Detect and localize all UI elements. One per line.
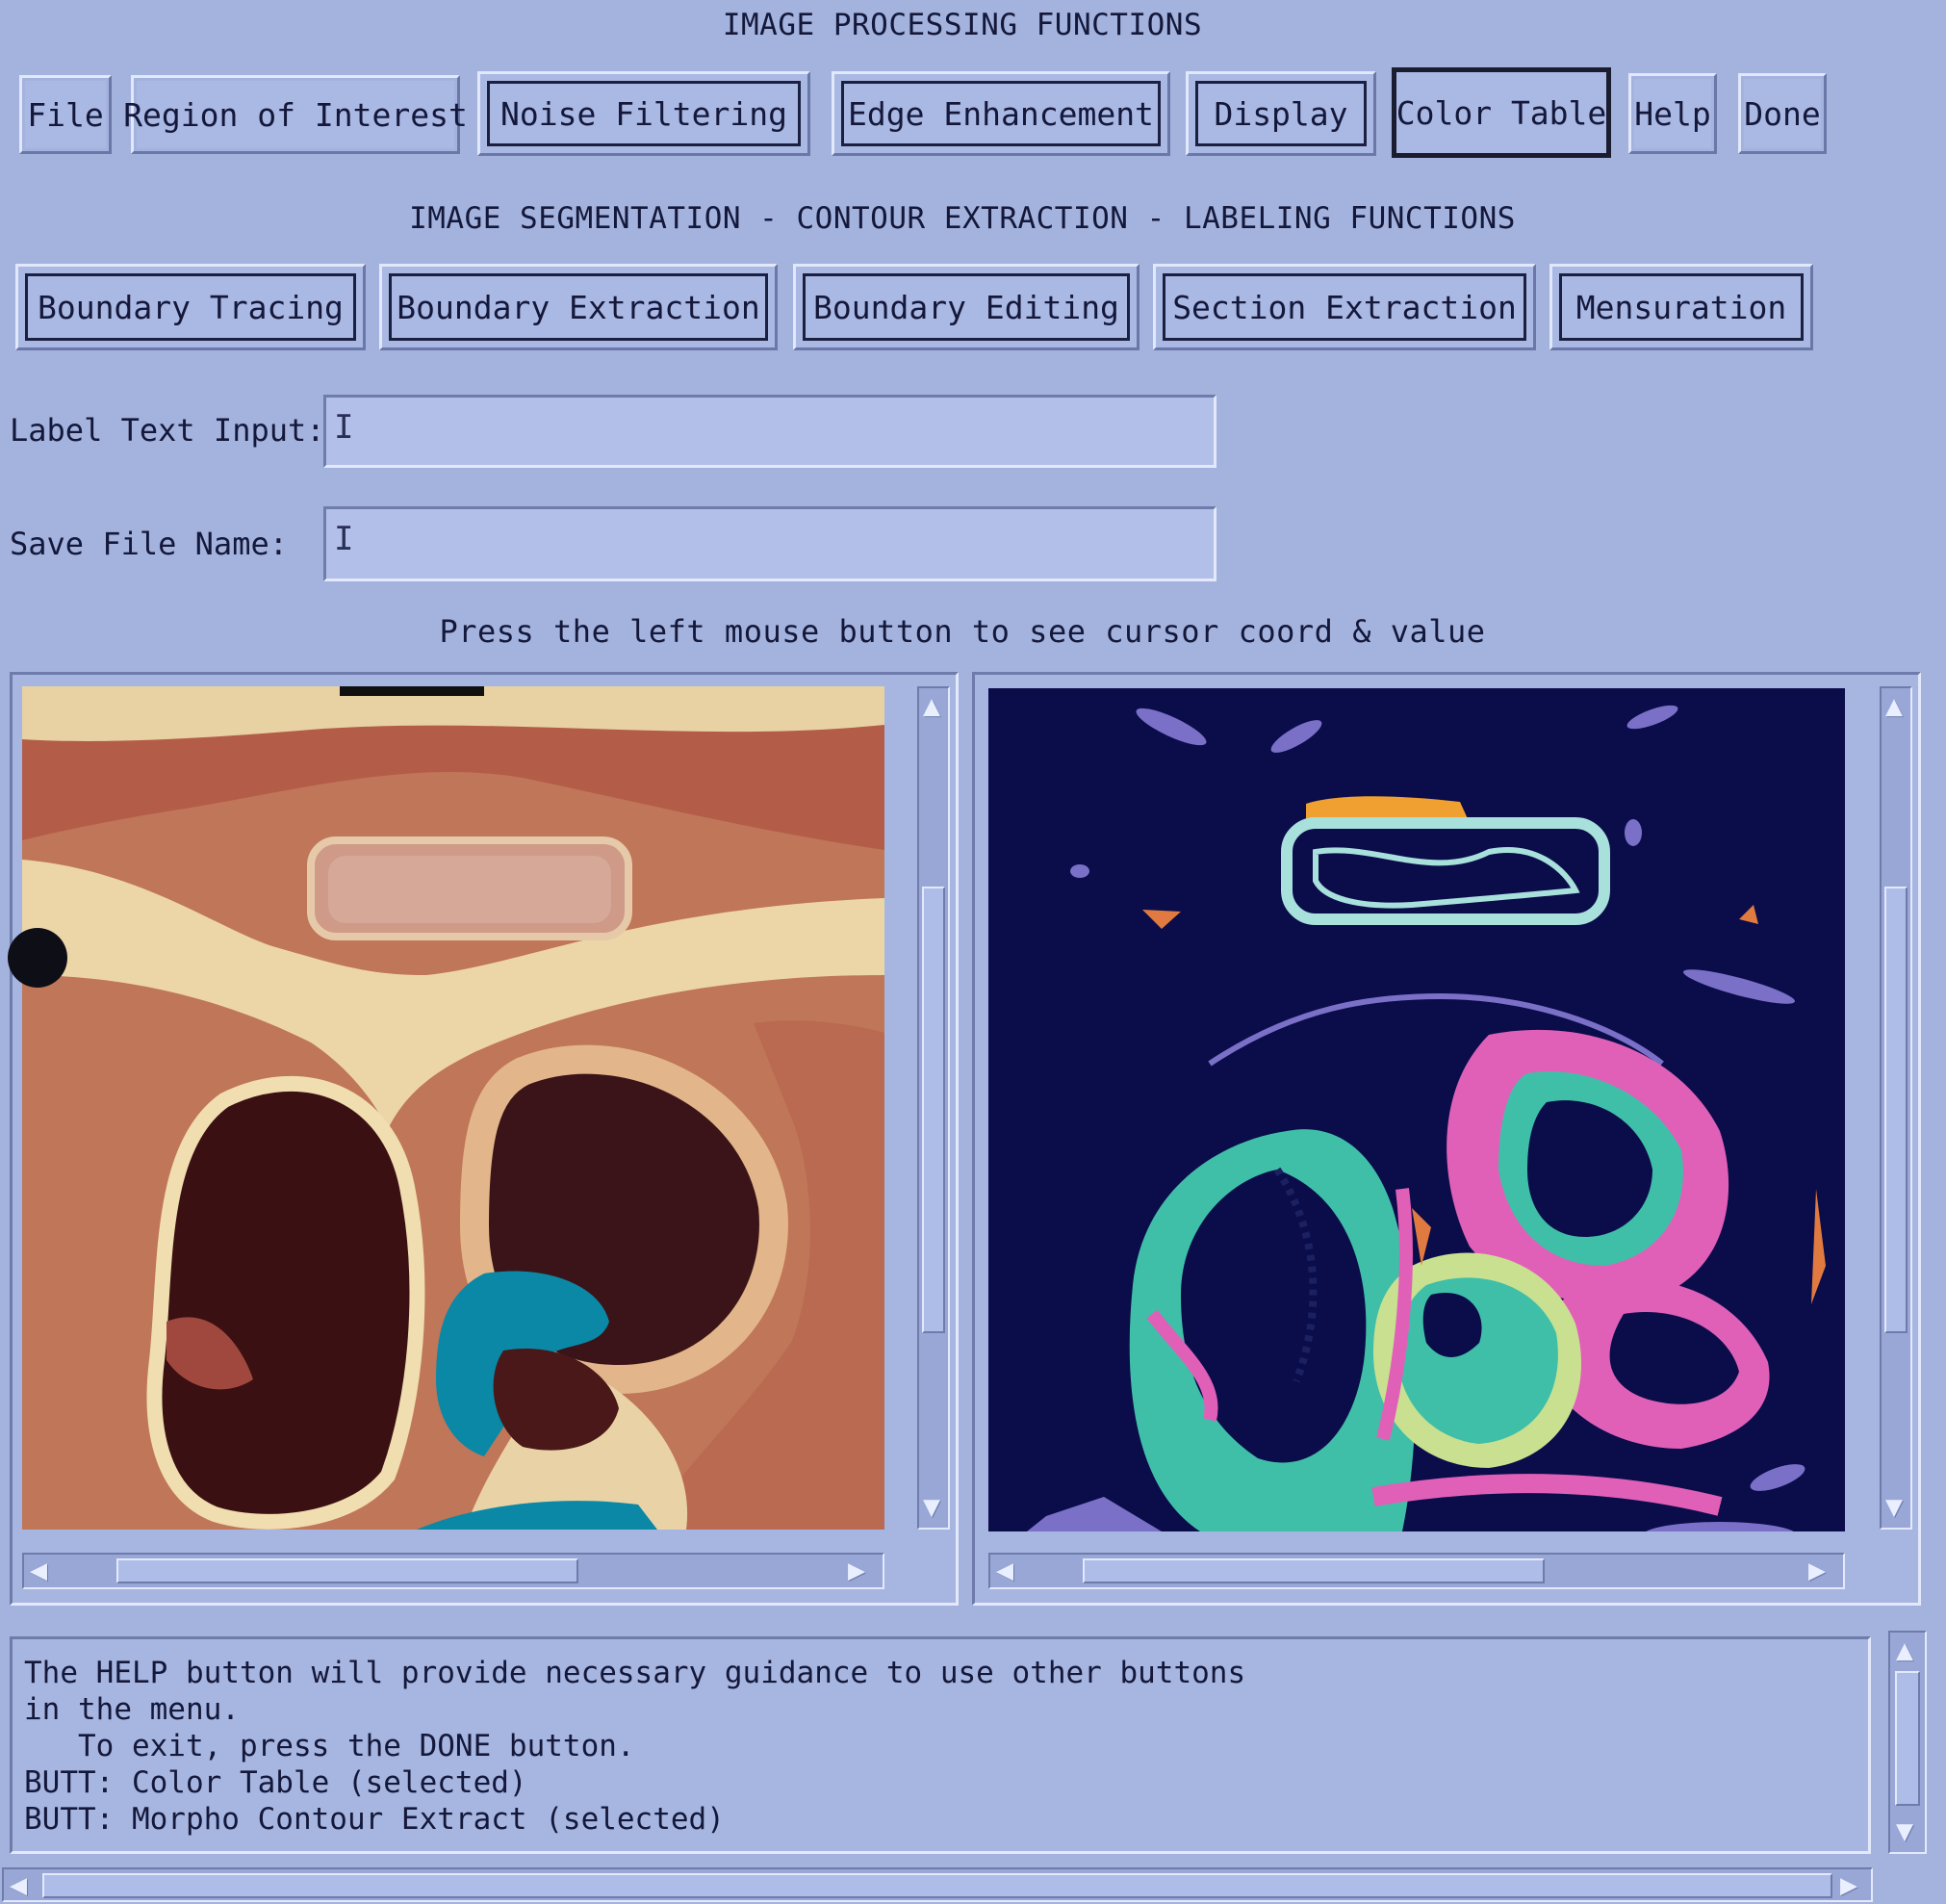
processing-title: IMAGE PROCESSING FUNCTIONS	[722, 8, 1203, 42]
i-beam-icon: I	[334, 520, 354, 558]
section-extraction-button[interactable]: Section Extraction	[1153, 264, 1536, 350]
segmented-contour-image[interactable]	[988, 688, 1845, 1531]
arrow-right-icon[interactable]: ▶	[1808, 1557, 1826, 1585]
segmentation-title: IMAGE SEGMENTATION - CONTOUR EXTRACTION …	[409, 201, 1516, 236]
done-button[interactable]: Done	[1738, 73, 1827, 154]
log-line: BUTT: Morpho Contour Extract (selected)	[24, 1802, 725, 1837]
color-table-button[interactable]: Color Table	[1392, 67, 1611, 158]
message-log-vertical-scrollbar[interactable]: ▲ ▼	[1888, 1631, 1927, 1854]
arrow-right-icon[interactable]: ▶	[1840, 1871, 1857, 1900]
edge-enhancement-button[interactable]: Edge Enhancement	[832, 71, 1170, 156]
region-of-interest-button[interactable]: Region of Interest	[123, 75, 468, 154]
mensuration-button[interactable]: Mensuration	[1549, 264, 1813, 350]
arrow-down-icon[interactable]: ▼	[1885, 1493, 1903, 1522]
message-log-scroll-thumb[interactable]	[1895, 1671, 1920, 1806]
i-beam-icon: I	[334, 408, 354, 447]
message-log-horizontal-scrollbar[interactable]: ◀ ▶	[2, 1867, 1873, 1902]
log-line: To exit, press the DONE button.	[24, 1729, 635, 1763]
cursor-marker-dot	[8, 928, 67, 988]
left-horizontal-scroll-thumb[interactable]	[116, 1558, 578, 1583]
file-button[interactable]: File	[19, 75, 112, 154]
arrow-down-icon[interactable]: ▼	[1896, 1817, 1913, 1846]
arrow-left-icon[interactable]: ◀	[10, 1871, 27, 1900]
display-button[interactable]: Display	[1186, 71, 1376, 156]
boundary-tracing-button[interactable]: Boundary Tracing	[15, 264, 366, 350]
save-file-name-input[interactable]: I	[323, 506, 1216, 581]
arrow-down-icon[interactable]: ▼	[923, 1493, 940, 1522]
arrow-left-icon[interactable]: ◀	[996, 1557, 1013, 1585]
message-log-horizontal-thumb[interactable]	[42, 1873, 1832, 1898]
right-vertical-scrollbar[interactable]: ▲ ▼	[1880, 686, 1912, 1530]
label-text-input-label: Label Text Input:	[10, 412, 325, 449]
segmentation-image-panel: ▲ ▼ ◀ ▶	[972, 672, 1921, 1606]
arrow-left-icon[interactable]: ◀	[30, 1557, 47, 1585]
cursor-instruction: Press the left mouse button to see curso…	[439, 613, 1486, 650]
label-text-input[interactable]: I	[323, 395, 1216, 468]
right-horizontal-scrollbar[interactable]: ◀ ▶	[988, 1553, 1845, 1589]
arrow-up-icon[interactable]: ▲	[1896, 1636, 1913, 1665]
left-horizontal-scrollbar[interactable]: ◀ ▶	[22, 1553, 884, 1589]
noise-filtering-button[interactable]: Noise Filtering	[477, 71, 810, 156]
left-vertical-scroll-thumb[interactable]	[922, 887, 945, 1333]
boundary-extraction-button[interactable]: Boundary Extraction	[379, 264, 778, 350]
right-horizontal-scroll-thumb[interactable]	[1083, 1558, 1545, 1583]
log-line: in the menu.	[24, 1692, 240, 1727]
arrow-up-icon[interactable]: ▲	[1885, 692, 1903, 721]
anatomy-section-image[interactable]	[22, 686, 884, 1530]
boundary-editing-button[interactable]: Boundary Editing	[793, 264, 1139, 350]
message-log[interactable]: The HELP button will provide necessary g…	[10, 1636, 1871, 1854]
log-line: The HELP button will provide necessary g…	[24, 1656, 1246, 1690]
source-image-panel: ▲ ▼ ◀ ▶	[10, 672, 959, 1606]
arrow-right-icon[interactable]: ▶	[848, 1557, 865, 1585]
arrow-up-icon[interactable]: ▲	[923, 692, 940, 721]
message-log-text: The HELP button will provide necessary g…	[24, 1655, 1245, 1838]
right-vertical-scroll-thumb[interactable]	[1884, 887, 1908, 1333]
save-file-name-label: Save File Name:	[10, 526, 288, 562]
log-line: BUTT: Color Table (selected)	[24, 1765, 527, 1800]
left-vertical-scrollbar[interactable]: ▲ ▼	[917, 686, 950, 1530]
help-button[interactable]: Help	[1628, 73, 1717, 154]
